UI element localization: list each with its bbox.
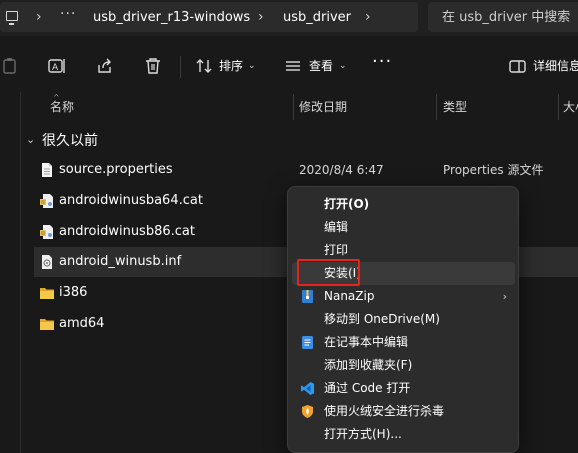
folder-name: i386 xyxy=(59,285,88,300)
column-divider[interactable] xyxy=(293,94,294,120)
chevron-right-icon[interactable]: › xyxy=(365,9,371,25)
menu-item-label: 通过 Code 打开 xyxy=(324,381,411,395)
security-catalog-icon xyxy=(40,225,53,239)
chevron-down-icon: ⌄ xyxy=(248,61,256,71)
chevron-down-icon[interactable]: ⌄ xyxy=(26,133,35,147)
install-highlight-annotation xyxy=(297,259,360,286)
folder-name: amd64 xyxy=(59,316,105,331)
details-pane-icon xyxy=(509,60,526,73)
menu-item-open-with-code[interactable]: 通过 Code 打开 xyxy=(292,377,515,400)
nanazip-icon xyxy=(302,290,313,303)
menu-item-label: 在记事本中编辑 xyxy=(324,335,409,349)
menu-item-move-to-onedrive[interactable]: 移动到 OneDrive(M) xyxy=(292,308,515,331)
this-pc-icon[interactable] xyxy=(6,11,18,25)
menu-item-open-with[interactable]: 打开方式(H)... xyxy=(292,423,515,446)
security-catalog-icon xyxy=(40,194,53,208)
menu-item-open[interactable]: 打开(O) xyxy=(292,193,515,216)
vscode-icon xyxy=(301,382,314,395)
sort-icon xyxy=(196,59,212,73)
menu-item-label: 添加到收藏夹(F) xyxy=(324,358,413,372)
address-bar-row: › ··· usb_driver_r13-windows › usb_drive… xyxy=(0,0,578,36)
menu-item-label: 移动到 OneDrive(M) xyxy=(324,312,440,326)
folder-icon xyxy=(40,319,54,330)
menu-item-nanazip[interactable]: NanaZip › xyxy=(292,285,515,308)
file-name: source.properties xyxy=(59,162,173,177)
column-size[interactable]: 大小 xyxy=(563,100,578,114)
svg-text:A: A xyxy=(52,63,59,73)
column-name[interactable]: 名称 xyxy=(50,100,74,114)
toolbar-divider xyxy=(180,56,181,78)
folder-icon xyxy=(40,288,54,299)
file-type: Properties 源文件 xyxy=(443,163,544,177)
file-row-source-properties[interactable]: source.properties 2020/8/4 6:47 Properti… xyxy=(34,155,578,185)
menu-item-add-to-favorites[interactable]: 添加到收藏夹(F) xyxy=(292,354,515,377)
setup-info-icon xyxy=(42,255,52,269)
address-bar[interactable]: › ··· usb_driver_r13-windows › usb_drive… xyxy=(0,2,418,32)
rename-icon: A xyxy=(48,59,65,73)
menu-item-edit-in-notepad[interactable]: 在记事本中编辑 xyxy=(292,331,515,354)
menu-item-label: 打印 xyxy=(324,243,349,257)
file-name: androidwinusb86.cat xyxy=(59,224,195,239)
menu-item-edit[interactable]: 编辑 xyxy=(292,216,515,239)
chevron-down-icon: ⌄ xyxy=(339,61,347,71)
menu-item-label: 打开(O) xyxy=(324,197,370,211)
view-label: 查看 xyxy=(309,59,334,73)
column-divider[interactable] xyxy=(436,94,437,120)
menu-item-label: 打开方式(H)... xyxy=(324,427,402,441)
group-label: 很久以前 xyxy=(42,133,98,149)
column-date-modified[interactable]: 修改日期 xyxy=(299,100,347,114)
menu-item-label: 编辑 xyxy=(324,220,349,234)
view-list-icon xyxy=(286,61,300,71)
context-menu: 打开(O) 编辑 打印 安装(I) NanaZip › 移动到 OneDrive… xyxy=(287,186,519,453)
navigation-pane-edge xyxy=(20,92,21,453)
search-placeholder: 在 usb_driver 中搜索 xyxy=(442,10,571,25)
details-label: 详细信息 xyxy=(533,59,578,73)
column-divider[interactable] xyxy=(558,94,559,120)
column-header: ^ 名称 修改日期 类型 大小 xyxy=(0,94,578,120)
breadcrumb-usb-driver-r13-windows[interactable]: usb_driver_r13-windows xyxy=(93,10,250,26)
file-name: androidwinusba64.cat xyxy=(59,193,203,208)
breadcrumb-overflow[interactable]: ··· xyxy=(60,6,76,22)
document-icon xyxy=(42,163,52,177)
column-type[interactable]: 类型 xyxy=(443,100,467,114)
huorong-shield-icon xyxy=(302,405,313,418)
file-date: 2020/8/4 6:47 xyxy=(299,163,384,177)
menu-item-label: NanaZip xyxy=(324,289,375,303)
view-button[interactable]: 查看 ⌄ xyxy=(283,56,351,76)
menu-item-huorong-scan[interactable]: 使用火绒安全进行杀毒 xyxy=(292,400,515,423)
paste-icon xyxy=(3,58,16,74)
sort-label: 排序 xyxy=(219,59,244,73)
notepad-icon xyxy=(302,336,313,349)
command-bar: A 排序 ⌄ 查看 ⌄ ··· 详细信息 xyxy=(0,44,578,88)
chevron-right-icon[interactable]: › xyxy=(36,9,42,25)
more-options-button[interactable]: ··· xyxy=(372,52,392,72)
search-input[interactable]: 在 usb_driver 中搜索 xyxy=(428,2,578,32)
share-icon xyxy=(98,58,111,73)
file-name: android_winusb.inf xyxy=(59,254,182,269)
breadcrumb-usb-driver[interactable]: usb_driver xyxy=(283,10,351,26)
details-pane-button[interactable]: 详细信息 xyxy=(508,56,578,76)
menu-item-label: 使用火绒安全进行杀毒 xyxy=(324,404,445,418)
trash-icon xyxy=(146,58,160,74)
chevron-right-icon: › xyxy=(502,290,507,303)
sort-button[interactable]: 排序 ⌄ xyxy=(194,56,260,76)
chevron-right-icon[interactable]: › xyxy=(258,9,264,25)
